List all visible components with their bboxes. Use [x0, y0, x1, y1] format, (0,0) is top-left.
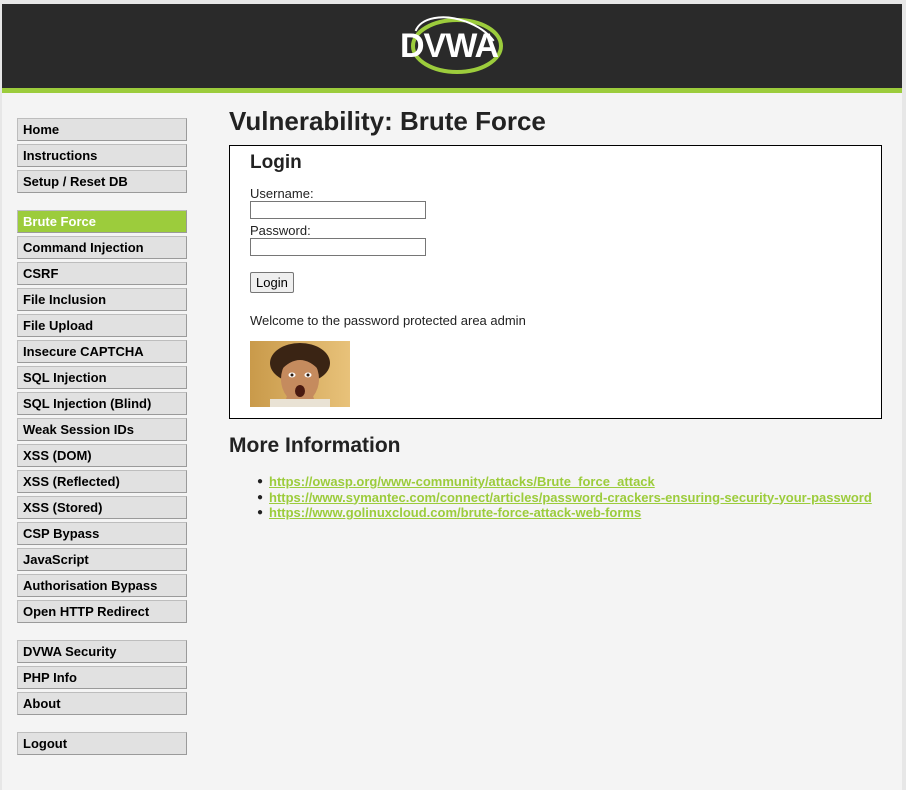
- sidebar-item-setup-reset-db[interactable]: Setup / Reset DB: [17, 170, 187, 193]
- more-info-heading: More Information: [229, 434, 401, 457]
- sidebar-item-open-http-redirect[interactable]: Open HTTP Redirect: [17, 600, 187, 623]
- sidebar-item-csrf[interactable]: CSRF: [17, 262, 187, 285]
- sidebar-item-file-inclusion[interactable]: File Inclusion: [17, 288, 187, 311]
- more-information: More Information ● https://owasp.org/www-…: [229, 434, 884, 521]
- main-body: Vulnerability: Brute Force Login Usernam…: [229, 104, 884, 521]
- list-item: ● https://owasp.org/www-community/attacks…: [257, 474, 884, 490]
- menu-group-logout: Logout: [17, 732, 189, 755]
- svg-text:DVWA: DVWA: [400, 27, 498, 65]
- password-label: Password:: [250, 223, 311, 238]
- sidebar-item-javascript[interactable]: JavaScript: [17, 548, 187, 571]
- menu-group-vulnerabilities: Brute Force Command Injection CSRF File Inc…: [17, 210, 189, 623]
- username-input[interactable]: [250, 201, 426, 219]
- bullet-icon: ●: [257, 476, 264, 487]
- bullet-icon: ●: [257, 507, 264, 518]
- page-title: Vulnerability: Brute Force: [229, 106, 546, 136]
- login-heading: Login: [250, 152, 302, 173]
- menu-group-settings: DVWA Security PHP Info About: [17, 640, 189, 715]
- sidebar-item-php-info[interactable]: PHP Info: [17, 666, 187, 689]
- sidebar-item-insecure-captcha[interactable]: Insecure CAPTCHA: [17, 340, 187, 363]
- sidebar-item-about[interactable]: About: [17, 692, 187, 715]
- dvwa-logo: DVWA: [397, 14, 507, 76]
- user-avatar-image: [250, 341, 350, 407]
- sidebar-item-xss-reflected[interactable]: XSS (Reflected): [17, 470, 187, 493]
- menu-group-main: Home Instructions Setup / Reset DB: [17, 118, 189, 193]
- sidebar-item-file-upload[interactable]: File Upload: [17, 314, 187, 337]
- bullet-icon: ●: [257, 491, 264, 503]
- list-item: ● https://www.golinuxcloud.com/brute-forc…: [257, 505, 884, 521]
- login-area: Login Username: Password: Login Welcome …: [229, 145, 882, 419]
- sidebar-item-dvwa-security[interactable]: DVWA Security: [17, 640, 187, 663]
- sidebar-item-brute-force[interactable]: Brute Force: [17, 210, 187, 233]
- list-item: ● https://www.symantec.com/connect/articl…: [257, 490, 884, 506]
- sidebar-item-sql-injection-blind[interactable]: SQL Injection (Blind): [17, 392, 187, 415]
- sidebar-item-csp-bypass[interactable]: CSP Bypass: [17, 522, 187, 545]
- sidebar-item-authorisation-bypass[interactable]: Authorisation Bypass: [17, 574, 187, 597]
- sidebar-item-xss-dom[interactable]: XSS (DOM): [17, 444, 187, 467]
- welcome-message: Welcome to the password protected area a…: [250, 313, 526, 328]
- sidebar-item-xss-stored[interactable]: XSS (Stored): [17, 496, 187, 519]
- sidebar-item-home[interactable]: Home: [17, 118, 187, 141]
- header: DVWA: [2, 4, 902, 93]
- sidebar-item-command-injection[interactable]: Command Injection: [17, 236, 187, 259]
- login-button[interactable]: Login: [250, 272, 294, 293]
- password-input[interactable]: [250, 238, 426, 256]
- sidebar-item-instructions[interactable]: Instructions: [17, 144, 187, 167]
- sidebar-item-sql-injection[interactable]: SQL Injection: [17, 366, 187, 389]
- sidebar-menu: Home Instructions Setup / Reset DB Brute F…: [17, 118, 189, 772]
- golinuxcloud-link[interactable]: https://www.golinuxcloud.com/brute-force…: [269, 505, 641, 520]
- symantec-link[interactable]: https://www.symantec.com/connect/article…: [269, 490, 872, 505]
- page-container: DVWA Home Instructions Setup / Reset DB Br…: [2, 4, 902, 790]
- sidebar-item-logout[interactable]: Logout: [17, 732, 187, 755]
- more-info-links: ● https://owasp.org/www-community/attacks…: [229, 474, 884, 521]
- username-label: Username:: [250, 186, 314, 201]
- sidebar-item-weak-session-ids[interactable]: Weak Session IDs: [17, 418, 187, 441]
- owasp-link[interactable]: https://owasp.org/www-community/attacks/…: [269, 474, 655, 489]
